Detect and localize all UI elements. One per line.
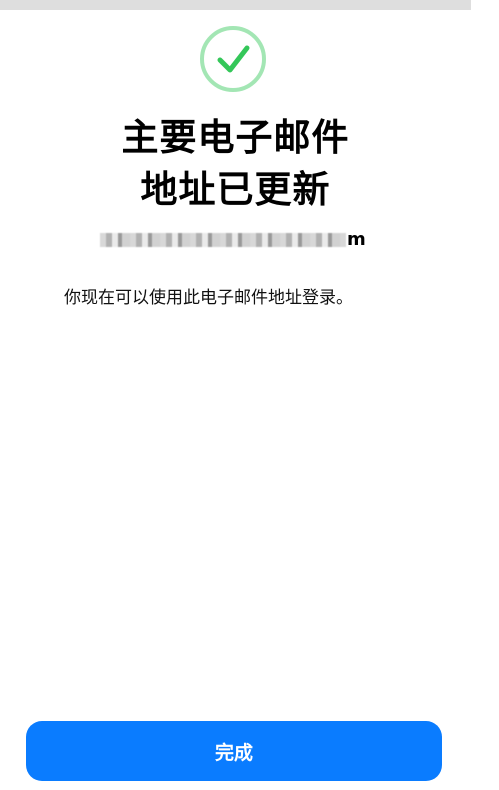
email-updated-screen: 主要电子邮件 地址已更新 m 你现在可以使用此电子邮件地址登录。 完成: [0, 0, 499, 790]
confirmation-message: 你现在可以使用此电子邮件地址登录。: [64, 288, 353, 308]
done-button[interactable]: 完成: [26, 721, 442, 781]
title-line-1: 主要电子邮件: [121, 116, 350, 159]
top-status-strip: [0, 0, 471, 10]
title-line-2: 地址已更新: [140, 168, 331, 211]
masked-email-text: [100, 233, 346, 247]
email-visible-suffix: m: [347, 229, 366, 250]
page-title: 主要电子邮件 地址已更新: [0, 112, 471, 216]
updated-email-address: m: [100, 229, 370, 251]
checkmark-circle-icon: [200, 26, 266, 92]
